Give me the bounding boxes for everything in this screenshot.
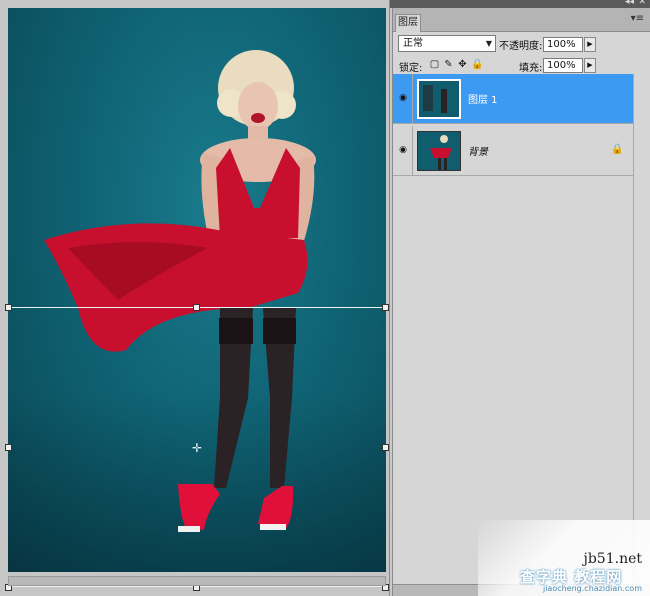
layer-thumbnail-image (418, 132, 460, 170)
layer-name[interactable]: 图层 1 (468, 91, 498, 106)
visibility-cell[interactable]: ◉ (393, 74, 413, 123)
lock-image-pixels-icon[interactable]: ✎ (443, 59, 454, 70)
tab-layers[interactable]: 图层 (395, 14, 421, 32)
collapse-panels-icon[interactable]: ◂◂ (625, 0, 634, 7)
layer-thumbnail-image (419, 81, 459, 117)
blend-mode-select[interactable]: 正常 ▼ (398, 35, 496, 52)
right-shoe-shape (258, 486, 294, 528)
fill-label: 填充: (519, 63, 543, 74)
layer-thumbnail[interactable] (417, 131, 461, 171)
panel-tab-bar: 图层 ▾≡ (393, 8, 650, 32)
transform-handle-top-left[interactable] (5, 304, 12, 311)
layer-row-layer-1[interactable]: ◉ 图层 1 (393, 74, 633, 124)
right-shoe-sole (260, 524, 286, 530)
layer-thumbnail[interactable] (417, 79, 461, 119)
right-stocking-top (263, 318, 296, 344)
eye-icon[interactable]: ◉ (397, 145, 409, 155)
left-stocking-top (219, 318, 253, 344)
panel-menu-icon[interactable]: ▾≡ (631, 13, 644, 24)
vertical-scrollbar[interactable] (633, 74, 649, 584)
left-shoe-shape (178, 484, 220, 530)
fill-slider-toggle[interactable]: ▶ (584, 58, 596, 73)
close-panel-icon[interactable]: ✕ (638, 0, 646, 7)
transform-handle-middle-left[interactable] (5, 444, 12, 451)
transform-handle-top-center[interactable] (193, 304, 200, 311)
chevron-down-icon: ▼ (485, 39, 492, 48)
lips-shape (251, 113, 265, 123)
document-image[interactable] (8, 8, 386, 572)
photo-subject (44, 50, 316, 532)
transform-handle-top-right[interactable] (382, 304, 389, 311)
watermark-url: jiaocheng.chazidian.com (542, 584, 642, 593)
lock-icon: 🔒 (611, 144, 624, 155)
horizontal-scrollbar[interactable] (8, 576, 386, 586)
layers-panel: 图层 ▾≡ 正常 ▼ 不透明度: 100% ▶ 锁定: ▢ ✎ ✥ 🔒 填充: … (392, 8, 650, 596)
opacity-input[interactable]: 100% (543, 37, 583, 52)
eye-icon[interactable]: ◉ (397, 93, 409, 103)
left-shoe-sole (178, 526, 200, 532)
lock-fill-row: 锁定: ▢ ✎ ✥ 🔒 填充: 100% ▶ (393, 56, 650, 76)
opacity-label: 不透明度: (499, 41, 543, 52)
watermark-site: jb51.net (583, 551, 643, 567)
fill-input[interactable]: 100% (543, 58, 583, 73)
panel-dock-strip: ◂◂ ✕ (390, 0, 650, 8)
lock-all-icon[interactable]: 🔒 (471, 59, 483, 70)
blend-opacity-row: 正常 ▼ 不透明度: 100% ▶ (393, 34, 650, 56)
opacity-slider-toggle[interactable]: ▶ (584, 37, 596, 52)
layer-row-background[interactable]: ◉ 背景 🔒 (393, 126, 633, 176)
layer-name[interactable]: 背景 (468, 143, 488, 158)
lock-label: 锁定: (399, 63, 423, 74)
visibility-cell[interactable]: ◉ (393, 126, 413, 175)
transform-center-point-icon[interactable]: ✛ (191, 442, 203, 454)
lock-position-icon[interactable]: ✥ (457, 59, 468, 70)
layers-list: ◉ 图层 1 ◉ 背景 🔒 (393, 74, 650, 584)
watermark: jb51.net 查字典 教程网 jiaocheng.chazidian.com (478, 520, 650, 596)
transform-handle-middle-right[interactable] (382, 444, 389, 451)
blend-mode-value: 正常 (403, 38, 423, 49)
document-canvas-area[interactable]: ✛ (0, 0, 390, 596)
lock-transparent-pixels-icon[interactable]: ▢ (429, 59, 440, 70)
